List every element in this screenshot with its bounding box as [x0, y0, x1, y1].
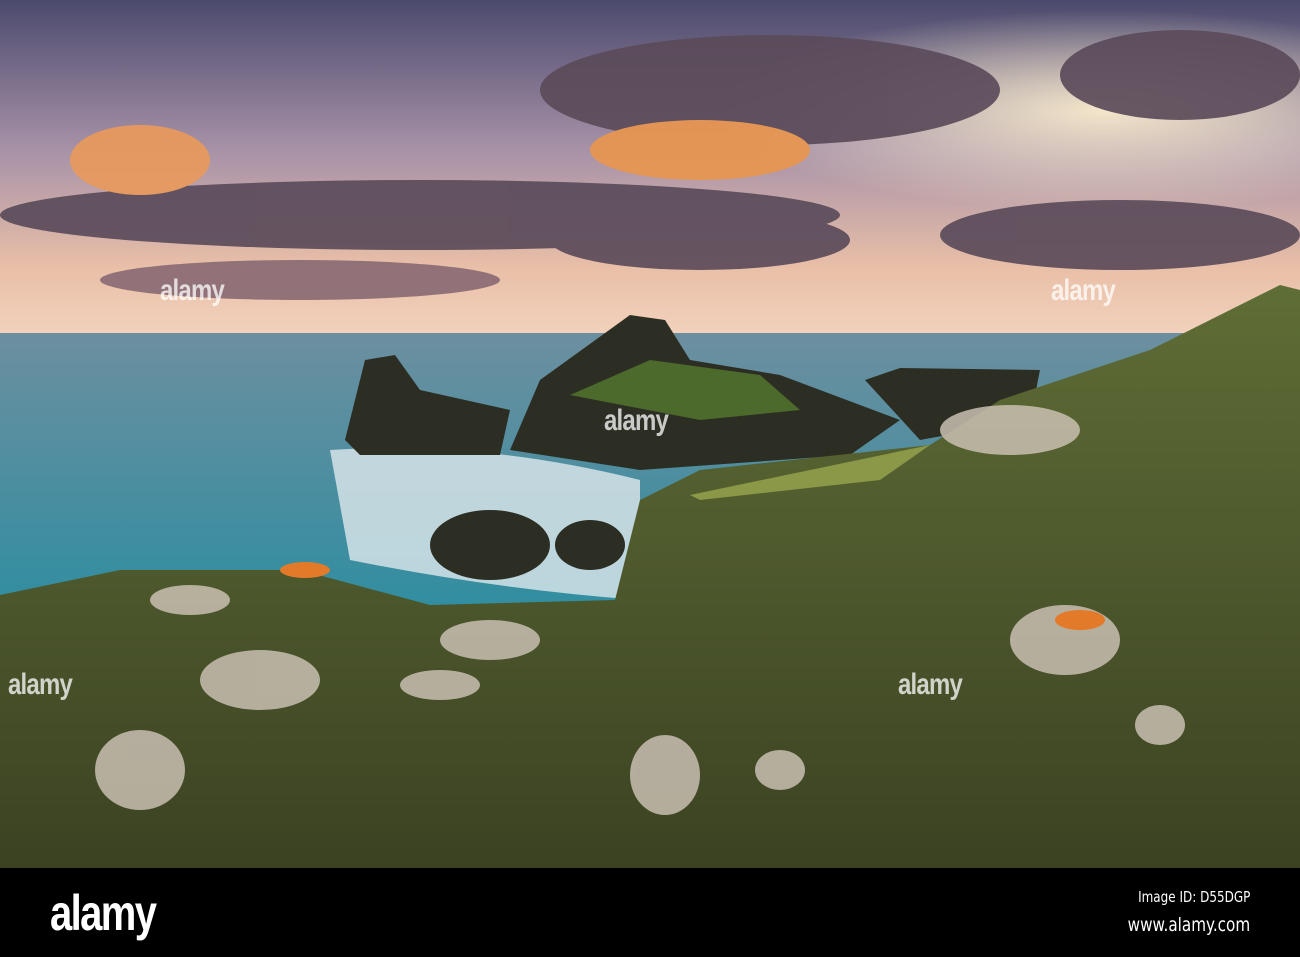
stock-photo: alamy alamy alamy alamy alamy alamy Imag…	[0, 0, 1300, 957]
image-id: Image ID: D55DGP	[1137, 888, 1250, 906]
watermark: alamy	[160, 274, 225, 307]
alamy-logo: alamy	[50, 885, 157, 941]
watermark: alamy	[1051, 274, 1116, 307]
watermark: alamy	[898, 668, 963, 701]
footer-bar: alamy Image ID: D55DGP www.alamy.com	[0, 868, 1300, 957]
watermark: alamy	[8, 668, 73, 701]
site-url: www.alamy.com	[1127, 914, 1250, 936]
watermark: alamy	[604, 404, 669, 437]
